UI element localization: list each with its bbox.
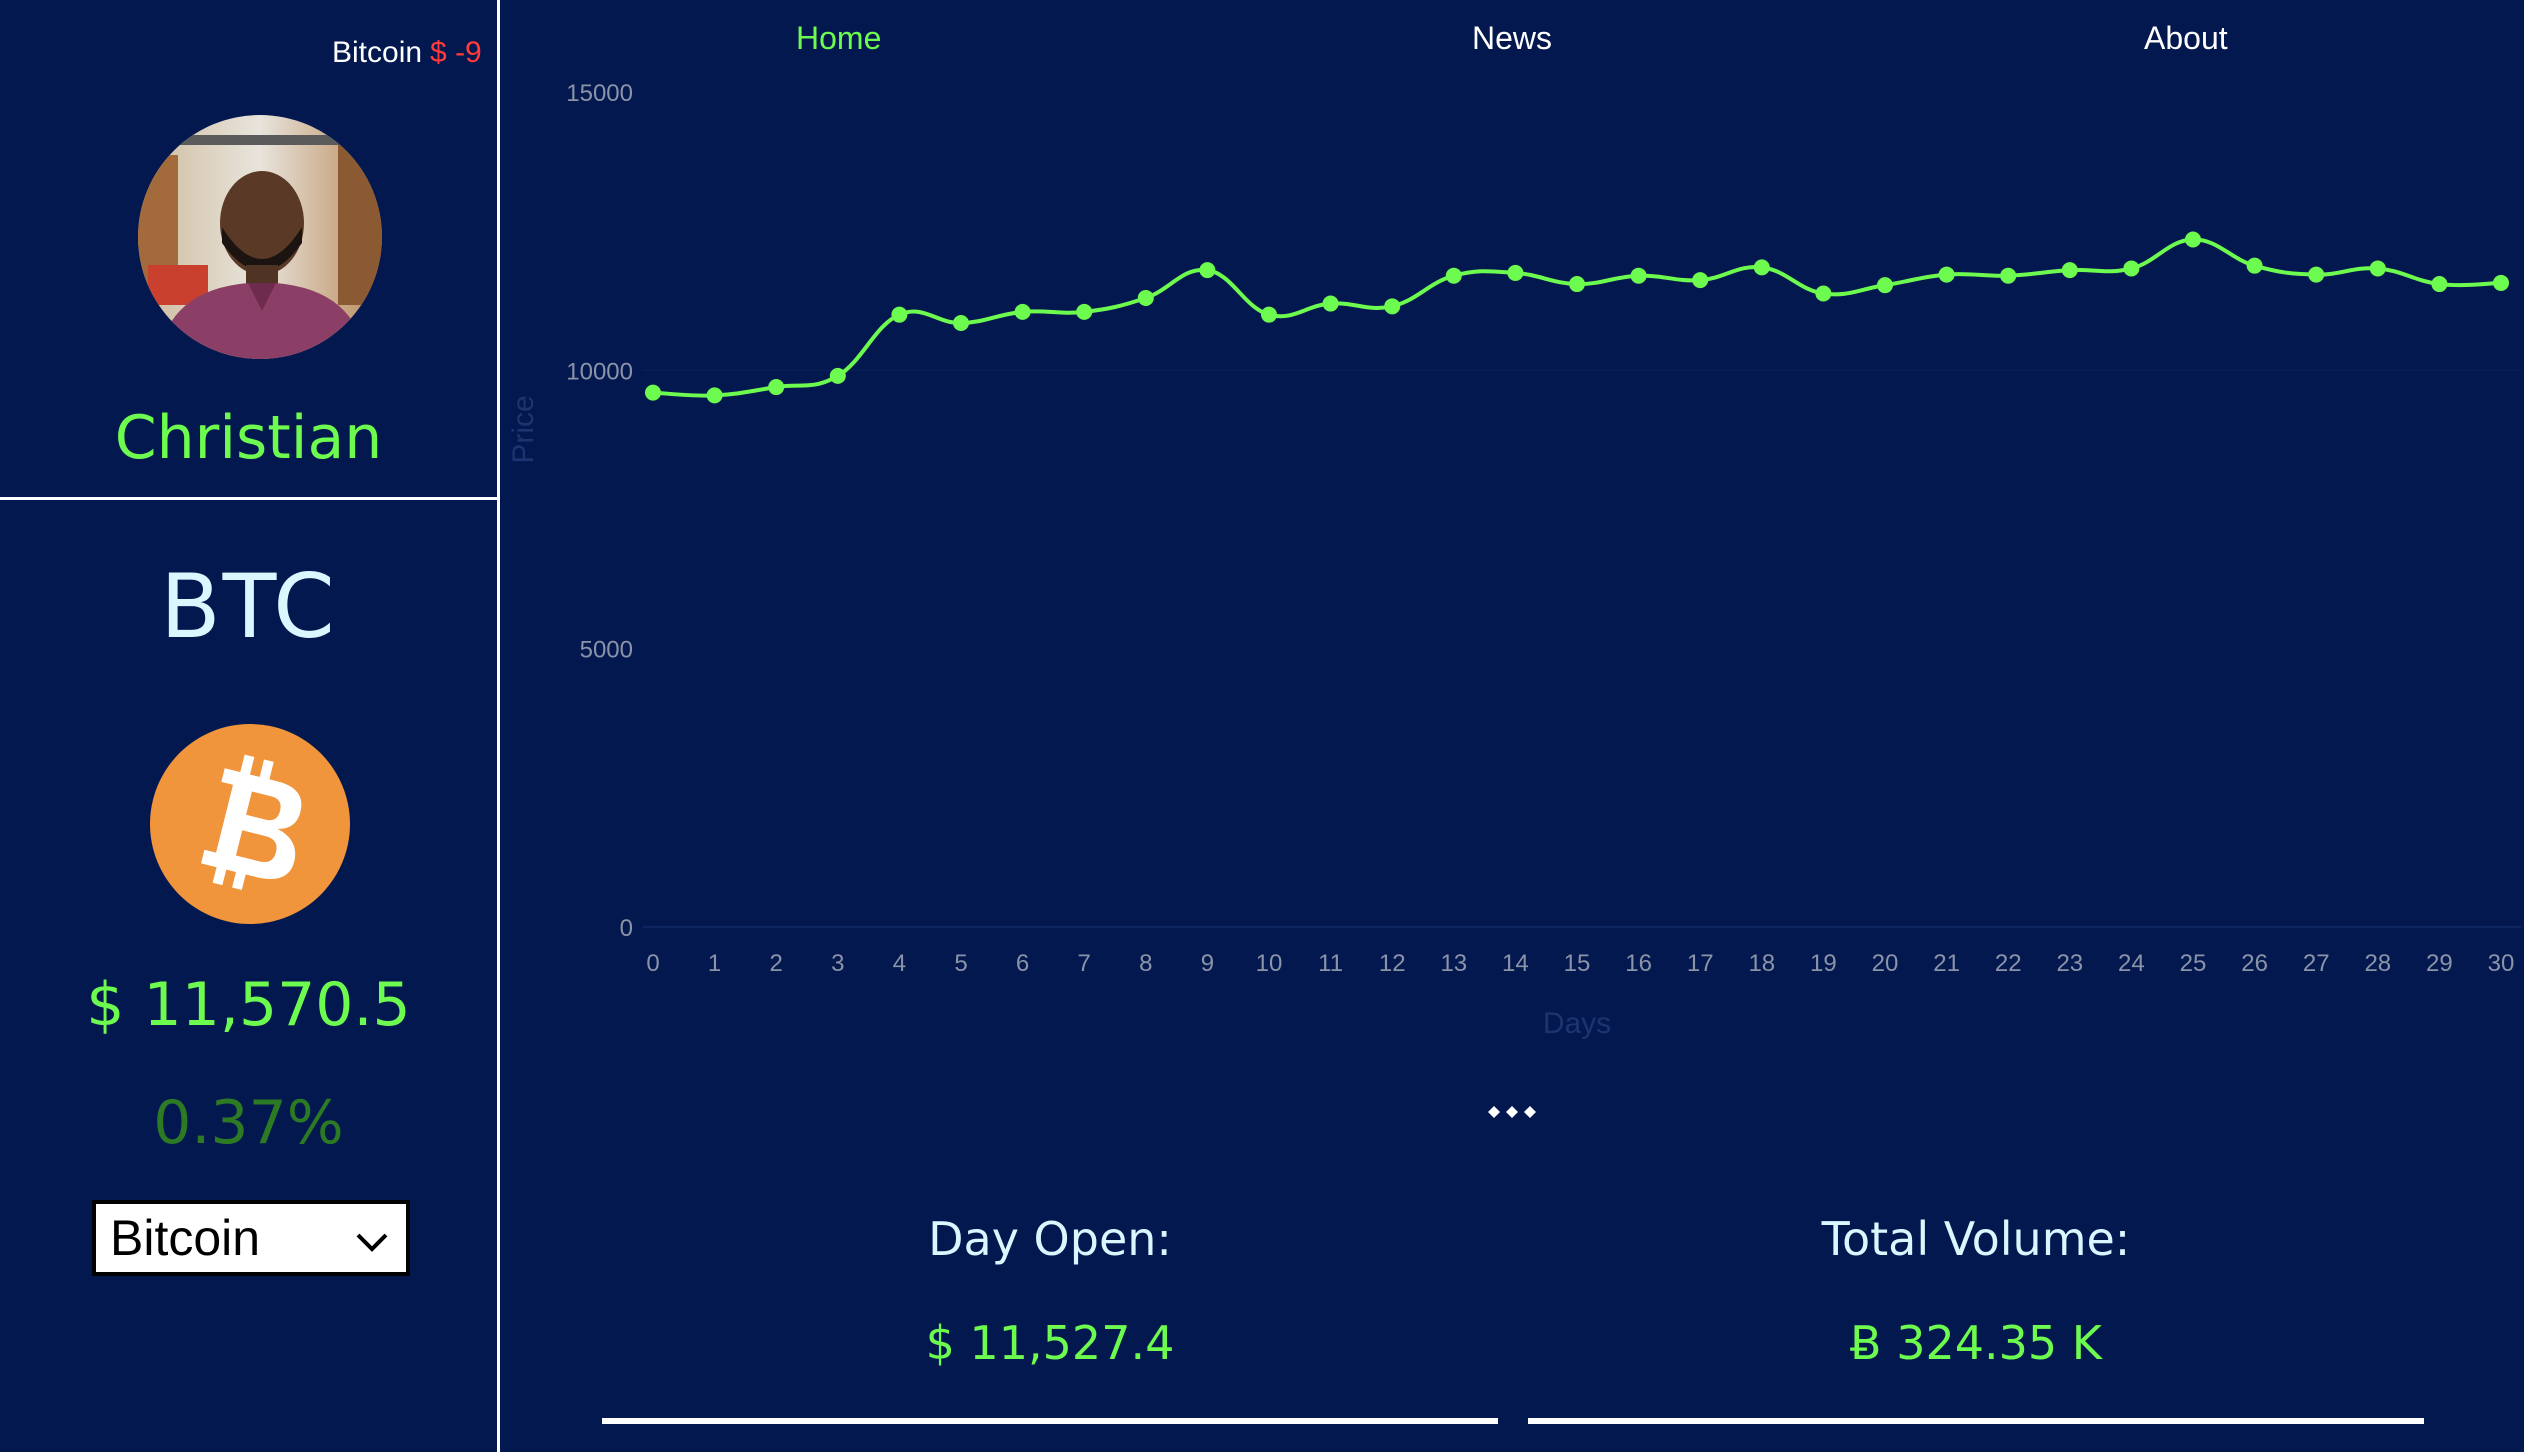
data-point[interactable] xyxy=(645,384,661,401)
data-point[interactable] xyxy=(2246,257,2263,274)
data-point[interactable] xyxy=(2000,267,2017,284)
x-tick-label: 24 xyxy=(2118,950,2145,977)
data-point[interactable] xyxy=(768,379,785,396)
data-point[interactable] xyxy=(1261,306,1277,323)
data-point[interactable] xyxy=(2123,260,2140,277)
data-point[interactable] xyxy=(1815,285,1832,302)
total-volume-value: Ƀ 324.35 K xyxy=(1850,1316,2102,1370)
x-tick-label: 9 xyxy=(1201,950,1214,977)
sidebar: Bitcoin $ -9 Christian BTC $ 11,570.5 0.… xyxy=(0,0,500,1452)
coin-select-dropdown[interactable]: Bitcoin xyxy=(92,1200,410,1276)
data-point[interactable] xyxy=(1938,266,1955,283)
x-tick-label: 0 xyxy=(646,950,659,977)
avatar-photo xyxy=(138,115,382,359)
chevron-down-icon xyxy=(356,1233,388,1252)
day-open-divider xyxy=(602,1418,1498,1424)
data-point[interactable] xyxy=(1199,262,1216,279)
x-tick-label: 27 xyxy=(2303,950,2330,977)
data-point[interactable] xyxy=(953,315,969,332)
day-open-value: $ 11,527.4 xyxy=(925,1316,1175,1370)
day-open-label: Day Open: xyxy=(928,1212,1172,1266)
y-tick-label: 15000 xyxy=(566,80,633,107)
data-point[interactable] xyxy=(2185,231,2201,248)
x-tick-label: 3 xyxy=(831,950,844,977)
data-point[interactable] xyxy=(1137,289,1154,306)
y-axis-label: Price xyxy=(507,395,540,463)
y-tick-label: 10000 xyxy=(566,358,633,385)
x-tick-label: 30 xyxy=(2488,950,2515,977)
total-volume-divider xyxy=(1528,1418,2424,1424)
x-tick-label: 20 xyxy=(1872,950,1899,977)
x-tick-label: 26 xyxy=(2241,950,2268,977)
data-point[interactable] xyxy=(1507,264,1524,281)
price-ticker: Bitcoin $ -9 xyxy=(332,36,482,70)
nav-about[interactable]: About xyxy=(2144,20,2228,57)
data-point[interactable] xyxy=(829,367,846,384)
x-tick-label: 28 xyxy=(2364,950,2391,977)
more-options-icon[interactable] xyxy=(1480,1098,1544,1126)
profile-name: Christian xyxy=(114,403,383,473)
x-tick-label: 19 xyxy=(1810,950,1837,977)
x-tick-label: 16 xyxy=(1625,950,1652,977)
price-chart: 050001000015000 0 1 2 3 4 5 6 7 8 9 10 11 12 13 14 15 16… xyxy=(507,80,2521,1040)
profile-panel: Bitcoin $ -9 Christian xyxy=(0,0,497,500)
data-point[interactable] xyxy=(1692,272,1709,289)
data-point[interactable] xyxy=(2369,260,2386,277)
data-point[interactable] xyxy=(1753,259,1770,276)
ticker-change: $ -9 xyxy=(430,36,482,69)
x-tick-label: 29 xyxy=(2426,950,2453,977)
total-volume-label: Total Volume: xyxy=(1821,1212,2131,1266)
x-tick-label: 22 xyxy=(1995,950,2022,977)
data-point[interactable] xyxy=(1569,276,1585,293)
app-root: Bitcoin $ -9 Christian BTC $ 11,570.5 0.… xyxy=(0,0,2524,1452)
data-point[interactable] xyxy=(1322,295,1339,312)
x-tick-label: 5 xyxy=(954,950,967,977)
coin-select-value: Bitcoin xyxy=(110,1210,261,1266)
coin-price: $ 11,570.5 xyxy=(86,970,411,1040)
x-tick-label: 2 xyxy=(770,950,783,977)
x-tick-label: 6 xyxy=(1016,950,1029,977)
data-point[interactable] xyxy=(2061,262,2078,279)
coin-change-percent: 0.37% xyxy=(153,1088,344,1158)
ticker-coin: Bitcoin xyxy=(332,36,423,69)
x-tick-label: 23 xyxy=(2056,950,2083,977)
x-tick-label: 17 xyxy=(1687,950,1714,977)
data-point[interactable] xyxy=(1384,298,1401,315)
y-tick-label: 0 xyxy=(620,915,633,942)
x-tick-label: 11 xyxy=(1318,950,1343,977)
data-point[interactable] xyxy=(891,306,908,323)
x-tick-label: 25 xyxy=(2180,950,2207,977)
x-tick-label: 15 xyxy=(1564,950,1591,977)
data-point[interactable] xyxy=(2493,274,2509,291)
bitcoin-logo-icon xyxy=(150,724,350,924)
y-tick-label: 5000 xyxy=(580,637,633,664)
x-tick-label: 14 xyxy=(1502,950,1529,977)
x-tick-label: 21 xyxy=(1933,950,1960,977)
x-tick-label: 7 xyxy=(1078,950,1091,977)
data-point[interactable] xyxy=(1877,277,1893,294)
data-point[interactable] xyxy=(1076,303,1093,320)
data-point[interactable] xyxy=(1630,267,1647,284)
data-point[interactable] xyxy=(2308,266,2325,283)
x-tick-label: 4 xyxy=(893,950,906,977)
x-tick-label: 13 xyxy=(1440,950,1467,977)
x-tick-label: 1 xyxy=(708,950,721,977)
price-series-line xyxy=(652,237,2502,398)
data-point[interactable] xyxy=(2431,276,2448,293)
data-point[interactable] xyxy=(1014,303,1031,320)
nav-news[interactable]: News xyxy=(1472,20,1552,57)
data-point[interactable] xyxy=(1445,267,1462,284)
x-tick-label: 12 xyxy=(1379,950,1406,977)
x-axis-label: Days xyxy=(1543,1007,1611,1040)
data-point[interactable] xyxy=(706,387,723,404)
x-tick-label: 8 xyxy=(1139,950,1152,977)
x-tick-label: 10 xyxy=(1256,950,1283,977)
coin-symbol: BTC xyxy=(160,555,337,658)
nav-home[interactable]: Home xyxy=(796,20,881,57)
x-tick-label: 18 xyxy=(1748,950,1775,977)
avatar xyxy=(138,115,382,359)
